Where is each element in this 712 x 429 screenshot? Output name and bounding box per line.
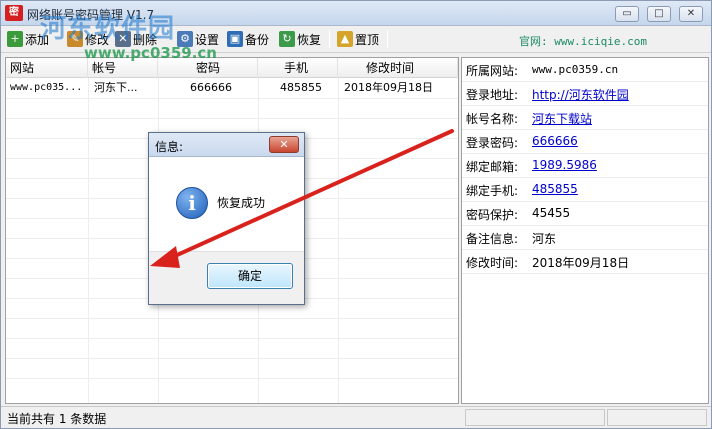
detail-row-phone: 绑定手机: 485855 bbox=[462, 178, 708, 202]
login-url-link[interactable]: http://河东软件园 bbox=[532, 86, 629, 103]
column-header[interactable]: 修改时间 bbox=[338, 58, 458, 78]
grid-line bbox=[6, 318, 458, 319]
table-cell: 666666 bbox=[190, 81, 232, 94]
backup-label: 备份 bbox=[245, 32, 270, 47]
restore-button[interactable]: ↻ 恢复 bbox=[279, 29, 321, 49]
detail-value: www.pc0359.cn bbox=[532, 63, 619, 76]
app-icon: 密 bbox=[5, 5, 23, 21]
detail-row-password: 登录密码: 666666 bbox=[462, 130, 708, 154]
detail-label: 修改时间: bbox=[466, 256, 519, 270]
grid-line bbox=[6, 118, 458, 119]
grid-line bbox=[6, 378, 458, 379]
grid-line bbox=[6, 358, 458, 359]
minimize-button[interactable]: ▭ bbox=[615, 6, 639, 22]
column-header[interactable]: 网站 bbox=[6, 58, 88, 78]
dialog-footer: 确定 bbox=[149, 251, 304, 304]
detail-label: 密码保护: bbox=[466, 208, 519, 222]
detail-row-modified: 修改时间: 2018年09月18日 bbox=[462, 250, 708, 274]
status-bar: 当前共有 1 条数据 bbox=[1, 406, 711, 428]
detail-row-account: 帐号名称: 河东下载站 bbox=[462, 106, 708, 130]
backup-button[interactable]: ▣ 备份 bbox=[227, 29, 269, 49]
record-count: 当前共有 1 条数据 bbox=[7, 412, 107, 426]
restore-icon: ↻ bbox=[279, 31, 295, 47]
detail-value: 45455 bbox=[532, 206, 571, 220]
backup-icon: ▣ bbox=[227, 31, 243, 47]
detail-value: 河东 bbox=[532, 232, 557, 246]
table-cell: 河东下... bbox=[94, 81, 138, 94]
toolbar-separator bbox=[329, 30, 330, 48]
table-cell: 2018年09月18日 bbox=[344, 81, 433, 94]
detail-label: 登录密码: bbox=[466, 136, 519, 150]
info-icon: i bbox=[176, 187, 208, 219]
column-header[interactable]: 手机 bbox=[258, 58, 338, 78]
detail-label: 所属网站: bbox=[466, 64, 519, 78]
detail-label: 绑定手机: bbox=[466, 184, 519, 198]
detail-row-email: 绑定邮箱: 1989.5986 bbox=[462, 154, 708, 178]
dialog-message: 恢复成功 bbox=[217, 196, 266, 210]
dialog-close-button[interactable]: ✕ bbox=[269, 136, 299, 153]
pin-icon: ▲ bbox=[337, 31, 353, 47]
detail-value: 2018年09月18日 bbox=[532, 256, 630, 270]
detail-label: 绑定邮箱: bbox=[466, 160, 519, 174]
info-dialog: 信息: ✕ i 恢复成功 确定 bbox=[148, 132, 305, 305]
close-button[interactable]: ✕ bbox=[679, 6, 703, 22]
phone-link[interactable]: 485855 bbox=[532, 182, 578, 196]
account-name-link[interactable]: 河东下载站 bbox=[532, 110, 592, 127]
table-cell: 485855 bbox=[280, 81, 322, 94]
dialog-title: 信息: bbox=[155, 140, 184, 154]
dialog-body: i 恢复成功 bbox=[149, 157, 304, 251]
email-link[interactable]: 1989.5986 bbox=[532, 158, 597, 172]
detail-label: 登录地址: bbox=[466, 88, 519, 102]
watermark-logo: 河东软件园 bbox=[40, 14, 176, 44]
grid-line bbox=[88, 78, 89, 403]
toolbar-separator bbox=[387, 30, 388, 48]
watermark-url: www.pc0359.cn bbox=[84, 44, 217, 62]
restore-label: 恢复 bbox=[297, 32, 322, 47]
official-website[interactable]: 官网: www.iciqie.com bbox=[519, 33, 647, 49]
grid-line bbox=[6, 338, 458, 339]
pin-label: 置顶 bbox=[355, 32, 380, 47]
detail-label: 帐号名称: bbox=[466, 112, 519, 126]
add-icon: + bbox=[7, 31, 23, 47]
detail-row-site: 所属网站: www.pc0359.cn bbox=[462, 58, 708, 82]
table-cell: www.pc035... bbox=[10, 82, 83, 93]
main-window: 密 网络账号密码管理 V1.7 ▭ □ ✕ + 添加 ✎ 修改 ✕ 删除 ⚙ 设… bbox=[0, 0, 712, 429]
ok-button[interactable]: 确定 bbox=[207, 263, 293, 289]
detail-row-login-url: 登录地址: http://河东软件园 bbox=[462, 82, 708, 106]
grid-line bbox=[338, 78, 339, 403]
dialog-title-bar[interactable]: 信息: ✕ bbox=[149, 133, 304, 157]
status-panel bbox=[465, 409, 605, 426]
detail-label: 备注信息: bbox=[466, 232, 519, 246]
maximize-button[interactable]: □ bbox=[647, 6, 671, 22]
pin-top-button[interactable]: ▲ 置顶 bbox=[337, 29, 379, 49]
detail-row-notes: 备注信息: 河东 bbox=[462, 226, 708, 250]
detail-row-protection: 密码保护: 45455 bbox=[462, 202, 708, 226]
table-header: 网站 帐号 密码 手机 修改时间 bbox=[6, 58, 458, 78]
password-link[interactable]: 666666 bbox=[532, 134, 578, 148]
grid-line bbox=[6, 98, 458, 99]
detail-panel: 所属网站: www.pc0359.cn 登录地址: http://河东软件园 帐… bbox=[461, 57, 709, 404]
status-panel bbox=[607, 409, 707, 426]
